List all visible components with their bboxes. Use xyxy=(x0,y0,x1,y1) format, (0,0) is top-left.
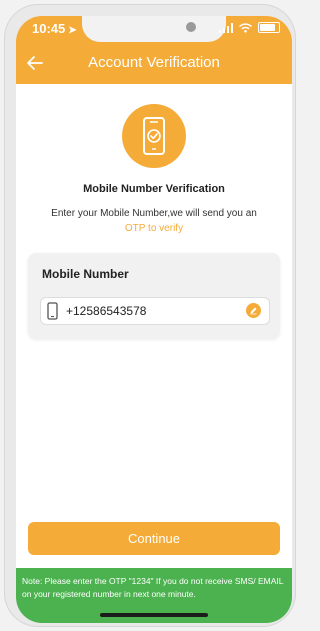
pencil-edit-icon xyxy=(250,307,257,315)
section-title: Mobile Number Verification xyxy=(83,183,225,195)
status-bar: 10:45 ➤ xyxy=(16,16,292,42)
page-title: Account Verification xyxy=(88,54,220,71)
mobile-phone-icon xyxy=(47,302,58,320)
battery-icon xyxy=(258,22,280,33)
status-time: 10:45 ➤ xyxy=(32,21,77,36)
status-icons xyxy=(219,22,280,33)
field-label: Mobile Number xyxy=(42,267,129,281)
mobile-number-value: +12586543578 xyxy=(66,304,147,318)
mobile-number-field[interactable]: +12586543578 xyxy=(40,297,270,325)
screen: 10:45 ➤ Account Verification Mobile Numb… xyxy=(16,16,292,623)
phone-frame: 10:45 ➤ Account Verification Mobile Numb… xyxy=(4,4,296,627)
home-indicator[interactable] xyxy=(100,613,208,617)
mobile-verified-icon xyxy=(143,117,165,155)
notch xyxy=(82,16,226,42)
hero-circle xyxy=(122,104,186,168)
description: Enter your Mobile Number,we will send yo… xyxy=(30,206,278,236)
edit-number-button[interactable] xyxy=(246,303,261,318)
main-content: Mobile Number Verification Enter your Mo… xyxy=(16,84,292,554)
app-header: Account Verification xyxy=(16,42,292,84)
wifi-icon xyxy=(239,22,252,33)
otp-highlight: OTP to verify xyxy=(124,223,184,234)
mobile-number-card: Mobile Number +12586543578 xyxy=(28,253,280,339)
continue-button[interactable]: Continue xyxy=(28,522,280,555)
camera-icon xyxy=(186,22,196,32)
time-text: 10:45 xyxy=(32,21,66,36)
location-arrow-icon: ➤ xyxy=(68,25,77,36)
signal-icon xyxy=(219,22,233,33)
description-text: Enter your Mobile Number,we will send yo… xyxy=(51,208,257,219)
